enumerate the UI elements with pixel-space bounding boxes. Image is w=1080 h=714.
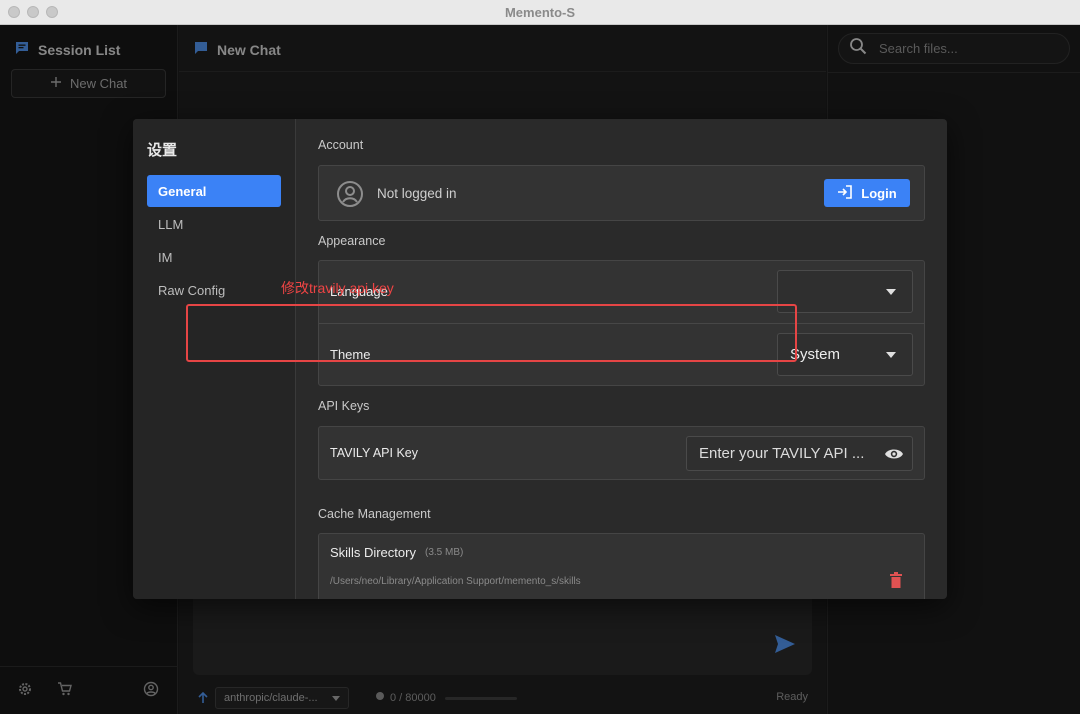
cache-card: Skills Directory (3.5 MB) /Users/neo/Lib… — [318, 533, 925, 599]
settings-content: Account Not logged in Login Appearance L… — [296, 119, 947, 599]
chevron-down-icon — [886, 352, 896, 358]
settings-nav-llm[interactable]: LLM — [147, 208, 281, 240]
login-label: Login — [861, 185, 897, 201]
login-button[interactable]: Login — [824, 179, 910, 207]
skills-directory-label: Skills Directory — [330, 545, 416, 560]
login-status: Not logged in — [377, 186, 457, 201]
skills-directory-size: (3.5 MB) — [425, 547, 464, 558]
api-keys-section-label: API Keys — [318, 399, 370, 413]
tavily-api-key-label: TAVILY API Key — [330, 446, 419, 460]
settings-nav-raw-config[interactable]: Raw Config — [147, 274, 281, 306]
chevron-down-icon — [886, 289, 896, 295]
divider — [319, 323, 924, 324]
settings-nav-general[interactable]: General — [147, 175, 281, 207]
settings-nav: 设置 General LLM IM Raw Config — [133, 119, 296, 599]
cache-section-label: Cache Management — [318, 507, 431, 521]
theme-label: Theme — [330, 347, 371, 362]
appearance-card: Language Theme System — [318, 260, 925, 386]
eye-icon[interactable] — [884, 446, 904, 467]
title-bar: Memento-S — [0, 0, 1080, 25]
account-card: Not logged in Login — [318, 165, 925, 221]
tavily-api-key-input[interactable] — [699, 445, 879, 462]
account-section-label: Account — [318, 138, 364, 152]
window-title: Memento-S — [504, 5, 576, 20]
settings-dialog: 设置 General LLM IM Raw Config Account Not… — [133, 119, 947, 599]
settings-title: 设置 — [147, 142, 178, 159]
language-select[interactable] — [777, 270, 913, 313]
theme-select-value: System — [790, 346, 841, 363]
api-keys-card: TAVILY API Key — [318, 426, 925, 480]
user-avatar-icon — [336, 180, 364, 213]
appearance-section-label: Appearance — [318, 234, 386, 248]
skills-directory-path: /Users/neo/Library/Application Support/m… — [330, 576, 581, 587]
trash-icon[interactable] — [889, 572, 903, 593]
theme-select[interactable]: System — [777, 333, 913, 376]
settings-nav-im[interactable]: IM — [147, 241, 281, 273]
tavily-api-key-field[interactable] — [686, 436, 913, 471]
login-icon — [837, 184, 853, 202]
annotation-note: 修改travily api key — [281, 280, 394, 296]
